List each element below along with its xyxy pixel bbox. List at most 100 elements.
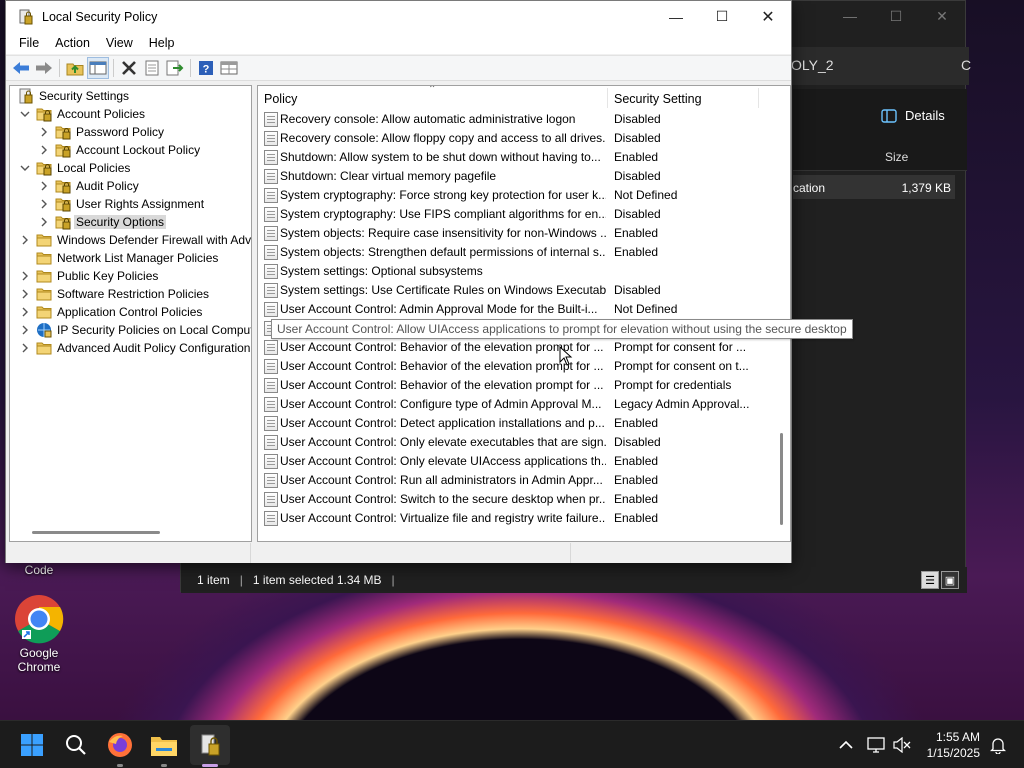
tree-item[interactable]: Audit Policy — [37, 177, 141, 195]
tree-item[interactable]: Windows Defender Firewall with Adva — [18, 231, 251, 249]
horizontal-scrollbar[interactable] — [32, 531, 160, 534]
policy-row[interactable]: System cryptography: Force strong key pr… — [258, 186, 778, 205]
minimize-icon[interactable]: — — [653, 1, 699, 32]
chevron-right-icon[interactable] — [18, 287, 32, 301]
policy-row[interactable]: Shutdown: Clear virtual memory pagefile D… — [258, 167, 778, 186]
volume-muted-icon[interactable] — [886, 729, 918, 761]
tree-item[interactable]: Public Key Policies — [18, 267, 160, 285]
chevron-right-icon[interactable] — [37, 125, 51, 139]
back-arrow-icon[interactable] — [10, 57, 32, 79]
policy-row[interactable]: User Account Control: Detect application… — [258, 414, 778, 433]
policy-row[interactable]: Recovery console: Allow automatic admini… — [258, 110, 778, 129]
policy-row[interactable]: User Account Control: Virtualize file an… — [258, 509, 778, 528]
chrome-icon — [15, 595, 64, 644]
chevron-right-icon[interactable] — [37, 143, 51, 157]
policy-row[interactable]: User Account Control: Admin Approval Mod… — [258, 300, 778, 319]
policy-column-header[interactable]: Policy — [264, 92, 297, 106]
tree-item[interactable]: User Rights Assignment — [37, 195, 206, 213]
details-view-icon[interactable]: ☰ — [921, 571, 939, 589]
mmc-icon[interactable] — [218, 57, 240, 79]
details-button[interactable]: Details — [881, 108, 945, 123]
chevron-right-icon[interactable] — [18, 269, 32, 283]
up-folder-icon[interactable] — [64, 57, 86, 79]
tree-item[interactable]: Password Policy — [37, 123, 166, 141]
column-divider[interactable] — [607, 88, 608, 108]
firefox-icon[interactable] — [104, 729, 136, 761]
maximize-icon[interactable]: ☐ — [873, 1, 919, 31]
clock-time: 1:55 AM — [935, 730, 980, 744]
notification-icon[interactable] — [982, 729, 1014, 761]
chevron-right-icon[interactable] — [37, 215, 51, 229]
forward-arrow-icon[interactable] — [33, 57, 55, 79]
desktop-icon-chrome[interactable]: Google Chrome — [7, 594, 71, 674]
menu-help[interactable]: Help — [141, 36, 183, 50]
policy-row[interactable]: User Account Control: Behavior of the el… — [258, 376, 778, 395]
tree-item[interactable]: Software Restriction Policies — [18, 285, 211, 303]
policy-row[interactable]: User Account Control: Only elevate UIAcc… — [258, 452, 778, 471]
policy-row[interactable]: User Account Control: Switch to the secu… — [258, 490, 778, 509]
chevron-right-icon[interactable] — [18, 305, 32, 319]
system-clock[interactable]: 1:55 AM 1/15/2025 — [927, 729, 980, 761]
export-list-icon[interactable] — [164, 57, 186, 79]
tree-item[interactable]: Security Settings — [14, 87, 131, 105]
policy-row[interactable]: System objects: Strengthen default permi… — [258, 243, 778, 262]
security-setting-column-header[interactable]: Security Setting — [614, 92, 702, 106]
policy-row[interactable]: System settings: Optional subsystems — [258, 262, 778, 281]
policy-icon — [264, 397, 278, 412]
menu-action[interactable]: Action — [47, 36, 98, 50]
chevron-right-icon[interactable] — [18, 341, 32, 355]
security-policy-icon[interactable] — [190, 725, 230, 765]
policy-row[interactable]: System objects: Require case insensitivi… — [258, 224, 778, 243]
tree-item[interactable]: Advanced Audit Policy Configuration — [18, 339, 251, 357]
vertical-scrollbar[interactable] — [780, 433, 783, 525]
chevron-down-icon[interactable] — [18, 161, 32, 175]
policy-row[interactable]: System cryptography: Use FIPS compliant … — [258, 205, 778, 224]
policy-row[interactable]: User Account Control: Behavior of the el… — [258, 357, 778, 376]
tiles-view-icon[interactable]: ▣ — [941, 571, 959, 589]
policy-tooltip: User Account Control: Allow UIAccess app… — [271, 319, 853, 339]
chevron-right-icon[interactable] — [37, 179, 51, 193]
title-bar[interactable]: Local Security Policy — ☐ ✕ — [6, 1, 791, 32]
policy-row[interactable]: User Account Control: Configure type of … — [258, 395, 778, 414]
tree-item[interactable]: Security Options — [37, 213, 167, 231]
chevron-up-icon[interactable] — [830, 729, 862, 761]
file-explorer-icon[interactable] — [148, 729, 180, 761]
tree-item[interactable]: Account Lockout Policy — [37, 141, 202, 159]
policy-row[interactable]: User Account Control: Only elevate execu… — [258, 433, 778, 452]
size-column-header[interactable]: Size — [885, 150, 908, 164]
close-icon[interactable]: ✕ — [919, 1, 965, 31]
policy-row[interactable]: Recovery console: Allow floppy copy and … — [258, 129, 778, 148]
show-hide-tree-icon[interactable] — [87, 57, 109, 79]
desktop-icon-code[interactable]: Code — [7, 563, 71, 577]
chevron-right-icon[interactable] — [18, 323, 32, 337]
policy-row[interactable]: System settings: Use Certificate Rules o… — [258, 281, 778, 300]
policy-row[interactable]: User Account Control: Behavior of the el… — [258, 338, 778, 357]
policy-row[interactable]: Shutdown: Allow system to be shut down w… — [258, 148, 778, 167]
tree-item[interactable]: Application Control Policies — [18, 303, 204, 321]
properties-icon[interactable] — [141, 57, 163, 79]
policy-icon — [264, 492, 278, 507]
menu-file[interactable]: File — [11, 36, 47, 50]
explorer-file-row[interactable]: cation 1,379 KB — [793, 175, 955, 199]
policy-row[interactable]: User Account Control: Run all administra… — [258, 471, 778, 490]
chevron-down-icon[interactable] — [18, 107, 32, 121]
minimize-icon[interactable]: — — [827, 1, 873, 31]
chevron-right-icon[interactable] — [37, 197, 51, 211]
maximize-icon[interactable]: ☐ — [699, 1, 745, 32]
policy-name: Shutdown: Clear virtual memory pagefile — [280, 169, 497, 183]
policy-name: Recovery console: Allow floppy copy and … — [280, 131, 606, 145]
tree-item[interactable]: Local Policies — [18, 159, 132, 177]
column-divider[interactable] — [758, 88, 759, 108]
start-icon[interactable] — [16, 729, 48, 761]
explorer-address-segment[interactable]: OLY_2 C — [789, 47, 971, 85]
delete-icon[interactable] — [118, 57, 140, 79]
tree-item[interactable]: Network List Manager Policies — [18, 249, 220, 267]
search-icon[interactable] — [60, 729, 92, 761]
close-icon[interactable]: ✕ — [745, 1, 791, 32]
chevron-right-icon[interactable] — [18, 233, 32, 247]
tree-item[interactable]: Account Policies — [18, 105, 147, 123]
tree-item[interactable]: IP Security Policies on Local Compute — [18, 321, 251, 339]
menu-view[interactable]: View — [98, 36, 141, 50]
help-icon[interactable]: ? — [195, 57, 217, 79]
folder-icon — [36, 232, 52, 248]
